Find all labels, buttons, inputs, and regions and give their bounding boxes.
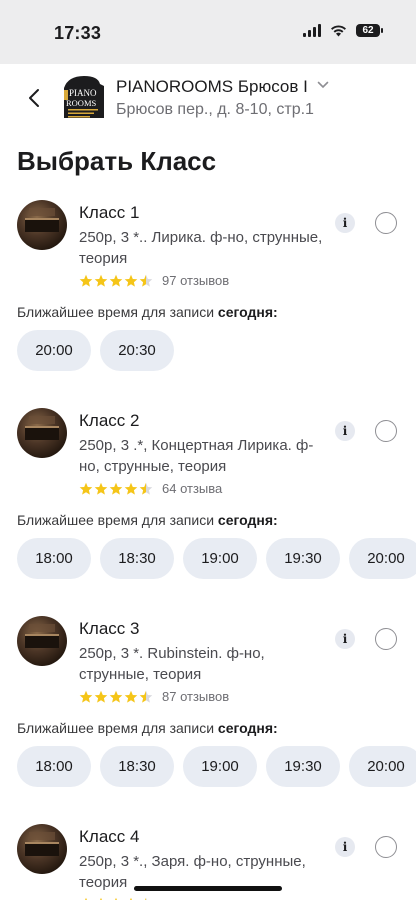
star-icon (109, 482, 123, 495)
status-time: 17:33 (54, 23, 102, 43)
star-icon (139, 482, 153, 495)
class-rating: 64 отзыва (79, 481, 222, 496)
time-slots: 18:00 18:30 19:00 19:30 20:00 (17, 538, 416, 579)
class-radio-button[interactable] (375, 420, 397, 442)
rating-stars (79, 482, 153, 496)
venue-address: Брюсов пер., д. 8-10, стр.1 (116, 101, 314, 118)
header: PIANO ROOMS PIANOROOMS Брюсов I Брюсов п… (0, 64, 416, 132)
status-bar: 17:33 62 (0, 0, 416, 64)
time-slots: 20:00 20:30 (17, 330, 174, 371)
class-radio-button[interactable] (375, 212, 397, 234)
star-icon (124, 274, 138, 287)
class-card[interactable]: Класс 3 250р, 3 *. Rubinstein. ф-но, стр… (0, 616, 416, 816)
nearest-day: сегодня: (217, 512, 278, 528)
back-button[interactable] (22, 84, 46, 112)
time-slot-button[interactable]: 19:00 (183, 538, 257, 579)
class-avatar (17, 200, 67, 250)
time-slot-button[interactable]: 20:00 (349, 538, 416, 579)
time-slot-button[interactable]: 20:00 (349, 746, 416, 787)
star-icon (79, 482, 93, 495)
reviews-count[interactable]: 97 отзывов (162, 273, 229, 288)
reviews-count[interactable]: 87 отзывов (162, 689, 229, 704)
class-name: Класс 3 (79, 619, 140, 638)
battery-icon: 62 (356, 24, 383, 37)
nearest-day: сегодня: (217, 720, 278, 736)
cellular-signal-icon (303, 24, 321, 37)
class-radio-button[interactable] (375, 836, 397, 858)
class-description: 250р, 3 .*, Концертная Лирика. ф-но, стр… (79, 437, 314, 475)
info-button[interactable]: i (335, 837, 355, 857)
nearest-time-label: Ближайшее время для записи сегодня: (17, 720, 278, 736)
venue-logo: PIANO ROOMS (64, 76, 104, 118)
rating-stars (79, 274, 153, 288)
info-button[interactable]: i (335, 629, 355, 649)
star-icon (79, 274, 93, 287)
nearest-prefix: Ближайшее время для записи (17, 512, 218, 528)
time-slot-button[interactable]: 19:30 (266, 538, 340, 579)
status-icons: 62 (303, 24, 383, 37)
star-icon (79, 690, 93, 703)
class-name: Класс 4 (79, 827, 140, 846)
class-card[interactable]: Класс 2 250р, 3 .*, Концертная Лирика. ф… (0, 408, 416, 608)
page-title: Выбрать Класс (17, 146, 217, 176)
class-rating: 97 отзывов (79, 273, 229, 288)
wifi-icon (331, 25, 346, 37)
time-slot-button[interactable]: 20:00 (17, 330, 91, 371)
time-slot-button[interactable]: 18:30 (100, 538, 174, 579)
time-slots: 18:00 18:30 19:00 19:30 20:00 (17, 746, 416, 787)
reviews-count[interactable]: 64 отзыва (162, 481, 222, 496)
time-slot-button[interactable]: 19:00 (183, 746, 257, 787)
nearest-prefix: Ближайшее время для записи (17, 720, 218, 736)
class-radio-button[interactable] (375, 628, 397, 650)
nearest-prefix: Ближайшее время для записи (17, 304, 218, 320)
home-indicator (134, 886, 282, 891)
svg-text:PIANO: PIANO (69, 88, 97, 98)
class-avatar (17, 408, 67, 458)
star-icon (94, 482, 108, 495)
star-icon (139, 274, 153, 287)
class-description: 250р, 3 *. Rubinstein. ф-но, струнные, т… (79, 645, 265, 683)
nearest-day: сегодня: (217, 304, 278, 320)
star-icon (109, 690, 123, 703)
time-slot-button[interactable]: 18:00 (17, 746, 91, 787)
class-avatar (17, 616, 67, 666)
time-slot-button[interactable]: 19:30 (266, 746, 340, 787)
star-icon (124, 690, 138, 703)
rating-stars (79, 690, 153, 704)
time-slot-button[interactable]: 18:30 (100, 746, 174, 787)
star-icon (94, 274, 108, 287)
nearest-time-label: Ближайшее время для записи сегодня: (17, 304, 278, 320)
class-description: 250р, 3 *.. Лирика. ф-но, струнные, теор… (79, 229, 323, 267)
class-rating: 87 отзывов (79, 689, 229, 704)
star-icon (124, 482, 138, 495)
class-name: Класс 1 (79, 203, 140, 222)
chevron-left-icon (29, 89, 39, 107)
info-button[interactable]: i (335, 421, 355, 441)
star-icon (139, 690, 153, 703)
class-name: Класс 2 (79, 411, 140, 430)
venue-name[interactable]: PIANOROOMS Брюсов I (116, 77, 308, 97)
info-button[interactable]: i (335, 213, 355, 233)
svg-text:ROOMS: ROOMS (66, 98, 97, 108)
time-slot-button[interactable]: 18:00 (17, 538, 91, 579)
star-icon (94, 690, 108, 703)
nearest-time-label: Ближайшее время для записи сегодня: (17, 512, 278, 528)
class-card[interactable]: Класс 1 250р, 3 *.. Лирика. ф-но, струнн… (0, 200, 416, 400)
class-avatar (17, 824, 67, 874)
chevron-down-icon[interactable] (317, 80, 329, 90)
star-icon (109, 274, 123, 287)
time-slot-button[interactable]: 20:30 (100, 330, 174, 371)
